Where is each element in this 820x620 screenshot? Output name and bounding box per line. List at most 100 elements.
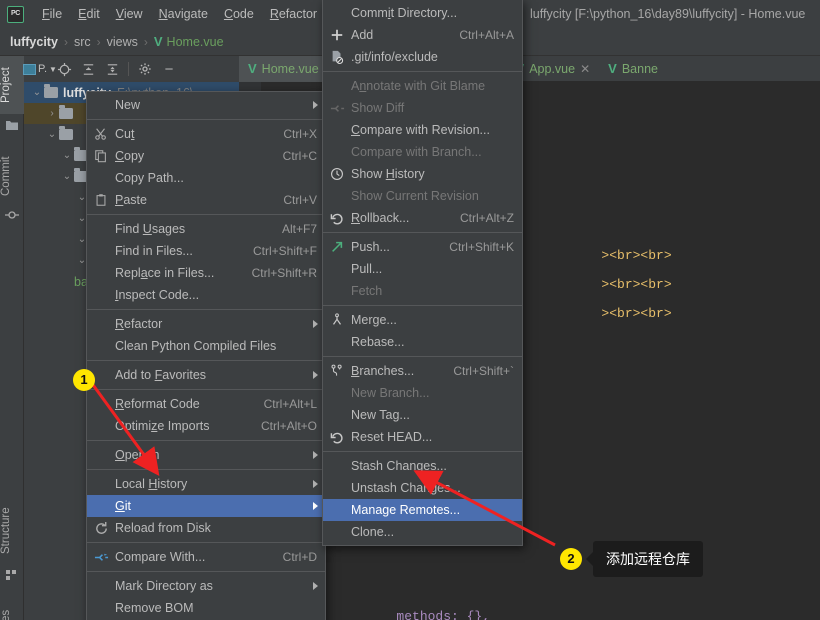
menubar-item-refactor[interactable]: Refactor: [262, 4, 325, 24]
menu-item-add-to-favorites[interactable]: Add to Favorites: [87, 364, 325, 386]
git-menu-item-compare-with-branch: Compare with Branch...: [323, 141, 522, 163]
menubar-item-edit[interactable]: Edit: [70, 4, 108, 24]
git-menu-item-unstash-changes[interactable]: Unstash Changes...: [323, 477, 522, 499]
menubar-item-view[interactable]: View: [108, 4, 151, 24]
git-menu-item-pull[interactable]: Pull...: [323, 258, 522, 280]
menubar-item-code[interactable]: Code: [216, 4, 262, 24]
git-menu-item-rollback[interactable]: Rollback... Ctrl+Alt+Z: [323, 207, 522, 229]
editor-tab[interactable]: V Banne: [599, 56, 667, 82]
compare-icon: [93, 549, 109, 565]
breadcrumb-root[interactable]: luffycity: [10, 35, 58, 49]
git-menu-item-clone[interactable]: Clone...: [323, 521, 522, 543]
menu-item-reformat-code[interactable]: Reformat Code Ctrl+Alt+L: [87, 393, 325, 415]
git-menu-item-show-history[interactable]: Show History: [323, 163, 522, 185]
git-menu-item-new-branch: New Branch...: [323, 382, 522, 404]
menu-items: FileEditViewNavigateCodeRefactorRu: [34, 4, 357, 24]
collapse-all-icon[interactable]: [101, 59, 123, 79]
menubar-item-file[interactable]: File: [34, 4, 70, 24]
ignore-icon: [329, 49, 345, 65]
menu-item-optimize-imports[interactable]: Optimize Imports Ctrl+Alt+O: [87, 415, 325, 437]
menu-item-remove-bom[interactable]: Remove BOM: [87, 597, 325, 619]
menu-item-label: Fetch: [351, 284, 383, 298]
menu-item-find-usages[interactable]: Find Usages Alt+F7: [87, 218, 325, 240]
git-menu-item-compare-with-revision[interactable]: Compare with Revision...: [323, 119, 522, 141]
project-view-selector[interactable]: P. ▼: [23, 59, 57, 79]
menu-item-label: Remove BOM: [115, 601, 194, 615]
annotation-badge-1: 1: [73, 369, 95, 391]
menu-item-new[interactable]: New: [87, 94, 325, 116]
menu-item-label: New: [115, 98, 141, 112]
git-menu-item-manage-remotes[interactable]: Manage Remotes...: [323, 499, 522, 521]
context-menu[interactable]: New Cut Ctrl+X Copy Ctrl+C Copy Path... Paste C…: [86, 91, 326, 620]
menu-separator: [323, 451, 522, 452]
hide-panel-icon[interactable]: −: [158, 59, 180, 79]
git-submenu[interactable]: Commit Directory... Add Ctrl+Alt+A .git/inf…: [322, 0, 523, 546]
git-menu-item-reset-head[interactable]: Reset HEAD...: [323, 426, 522, 448]
sidebar-item-structure[interactable]: Structure: [0, 496, 24, 566]
git-menu-item-branches[interactable]: Branches... Ctrl+Shift+`: [323, 360, 522, 382]
settings-gear-icon[interactable]: [134, 59, 156, 79]
menu-item-label: Local History: [115, 477, 188, 491]
menu-item-local-history[interactable]: Local History: [87, 473, 325, 495]
close-icon[interactable]: ✕: [580, 62, 590, 76]
chevron-down-icon[interactable]: ⌄: [30, 87, 44, 98]
menu-item-shortcut: Ctrl+Alt+O: [260, 419, 317, 433]
menu-item-paste[interactable]: Paste Ctrl+V: [87, 189, 325, 211]
menu-item-cut[interactable]: Cut Ctrl+X: [87, 123, 325, 145]
menu-item-open-in[interactable]: Open In: [87, 444, 325, 466]
menu-separator: [87, 542, 325, 543]
menu-item-mark-directory-as[interactable]: Mark Directory as: [87, 575, 325, 597]
menu-item-find-in-files[interactable]: Find in Files... Ctrl+Shift+F: [87, 240, 325, 262]
project-view-label: P.: [38, 63, 48, 75]
expand-all-icon[interactable]: [77, 59, 99, 79]
menu-item-label: Mark Directory as: [115, 579, 213, 593]
chevron-right-icon[interactable]: ›: [45, 108, 59, 119]
git-menu-item-push[interactable]: Push... Ctrl+Shift+K: [323, 236, 522, 258]
breadcrumb-segment-views[interactable]: views: [107, 35, 138, 49]
menu-item-label: Reset HEAD...: [351, 430, 433, 444]
menu-item-label: Show Current Revision: [351, 189, 479, 203]
folder-icon: [44, 84, 58, 98]
menu-item-label: Inspect Code...: [115, 288, 200, 302]
git-menu-item-show-current-revision: Show Current Revision: [323, 185, 522, 207]
menu-item-copy[interactable]: Copy Ctrl+C: [87, 145, 325, 167]
git-menu-item-rebase[interactable]: Rebase...: [323, 331, 522, 353]
menu-item-shortcut: Ctrl+C: [282, 149, 317, 163]
breadcrumb-separator-icon: ›: [143, 34, 148, 49]
menu-separator: [87, 309, 325, 310]
menubar-item-navigate[interactable]: Navigate: [151, 4, 216, 24]
menu-item-label: Refactor: [115, 317, 163, 331]
menu-item-label: Unstash Changes...: [351, 481, 461, 495]
menu-item-git[interactable]: Git: [87, 495, 325, 517]
menu-item-replace-in-files[interactable]: Replace in Files... Ctrl+Shift+R: [87, 262, 325, 284]
git-menu-item-add[interactable]: Add Ctrl+Alt+A: [323, 24, 522, 46]
chevron-down-icon[interactable]: ⌄: [60, 171, 74, 182]
locate-target-icon[interactable]: [53, 59, 75, 79]
submenu-arrow-icon: [313, 101, 318, 109]
vue-icon: V: [153, 34, 163, 49]
menu-item-refactor[interactable]: Refactor: [87, 313, 325, 335]
chevron-down-icon[interactable]: ⌄: [60, 150, 74, 161]
breadcrumb-segment-src[interactable]: src: [74, 35, 91, 49]
menu-separator: [323, 71, 522, 72]
menu-item-reload-from-disk[interactable]: Reload from Disk: [87, 517, 325, 539]
git-menu-item-commit-directory[interactable]: Commit Directory...: [323, 2, 522, 24]
git-menu-item-new-tag[interactable]: New Tag...: [323, 404, 522, 426]
clock-icon: [329, 166, 345, 182]
menu-item-copy-path[interactable]: Copy Path...: [87, 167, 325, 189]
menu-item-compare-with[interactable]: Compare With... Ctrl+D: [87, 546, 325, 568]
menu-item-inspect-code[interactable]: Inspect Code...: [87, 284, 325, 306]
chevron-down-icon[interactable]: ⌄: [45, 129, 59, 140]
code-line: components: {: [334, 601, 498, 620]
breadcrumb-file[interactable]: Home.vue: [167, 35, 224, 49]
sidebar-item-project[interactable]: Project: [0, 56, 24, 114]
menu-item-clean-python-compiled-files[interactable]: Clean Python Compiled Files: [87, 335, 325, 357]
git-menu-item-stash-changes[interactable]: Stash Changes...: [323, 455, 522, 477]
sidebar-item-services[interactable]: es: [0, 596, 24, 620]
menu-item-label: Pull...: [351, 262, 383, 276]
git-menu-item-merge[interactable]: Merge...: [323, 309, 522, 331]
sidebar-item-commit[interactable]: Commit: [0, 146, 24, 206]
menu-item-label: Add to Favorites: [115, 368, 207, 382]
git-menu-item-git-info-exclude[interactable]: .git/info/exclude: [323, 46, 522, 68]
code-line: ><br><br>: [601, 248, 672, 263]
